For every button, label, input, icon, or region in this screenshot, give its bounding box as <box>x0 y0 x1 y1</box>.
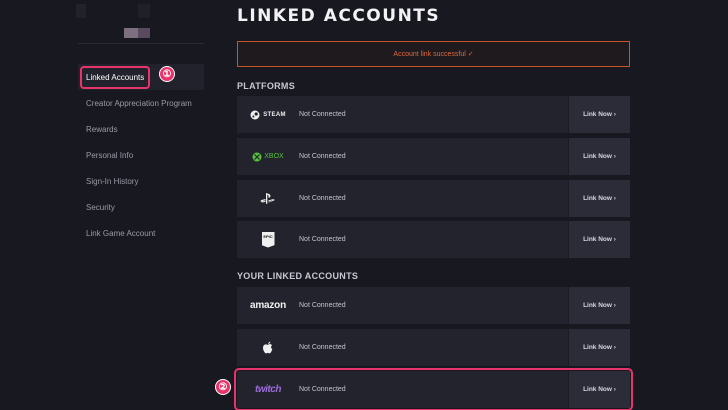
sidebar-item-label: Creator Appreciation Program <box>86 98 192 108</box>
twitch-logo-text: twitch <box>255 384 281 395</box>
sidebar: Linked Accounts Creator Appreciation Pro… <box>78 64 204 246</box>
sidebar-item-personal-info[interactable]: Personal Info <box>78 142 204 168</box>
avatar <box>72 4 156 40</box>
sidebar-item-rewards[interactable]: Rewards <box>78 116 204 142</box>
sidebar-item-label: Sign-In History <box>86 176 139 186</box>
link-now-button-xbox[interactable]: Link Now › <box>568 138 630 175</box>
link-now-button-amazon[interactable]: Link Now › <box>568 287 630 324</box>
platform-row-steam: STEAM Not Connected Link Now › <box>237 96 630 133</box>
sidebar-item-linked-accounts[interactable]: Linked Accounts <box>78 64 204 90</box>
account-row-amazon: amazon Not Connected Link Now › <box>237 287 630 324</box>
steam-icon <box>250 110 260 119</box>
platforms-heading: PLATFORMS <box>237 81 296 91</box>
sidebar-item-creator-appreciation[interactable]: Creator Appreciation Program <box>78 90 204 116</box>
connection-status: Not Connected <box>299 153 346 160</box>
link-now-button-playstation[interactable]: Link Now › <box>568 180 630 217</box>
steam-logo: STEAM <box>237 96 299 133</box>
link-now-button-steam[interactable]: Link Now › <box>568 96 630 133</box>
sidebar-item-sign-in-history[interactable]: Sign-In History <box>78 168 204 194</box>
sidebar-divider <box>78 43 204 44</box>
link-now-button-epic[interactable]: Link Now › <box>568 221 630 258</box>
amazon-logo-text: amazon <box>249 300 287 311</box>
apple-icon <box>263 341 273 353</box>
page-title: LINKED ACCOUNTS <box>237 6 441 26</box>
connection-status: Not Connected <box>299 386 346 393</box>
sidebar-item-security[interactable]: Security <box>78 194 204 220</box>
platform-row-xbox: XBOX Not Connected Link Now › <box>237 138 630 175</box>
twitch-logo: twitch <box>237 371 299 408</box>
sidebar-item-label: Rewards <box>86 124 118 134</box>
platform-row-epic: EPIC Not Connected Link Now › <box>237 221 630 258</box>
sidebar-item-label: Security <box>86 202 115 212</box>
epic-games-icon: EPIC <box>261 231 275 248</box>
platform-row-playstation: Not Connected Link Now › <box>237 180 630 217</box>
link-now-button-apple[interactable]: Link Now › <box>568 329 630 366</box>
linked-accounts-heading: YOUR LINKED ACCOUNTS <box>237 271 359 281</box>
xbox-logo-text: XBOX <box>264 153 284 160</box>
success-alert: Account link successful ✓ <box>237 41 630 67</box>
link-now-button-twitch[interactable]: Link Now › <box>568 371 630 408</box>
xbox-icon <box>252 152 262 161</box>
sidebar-item-label: Link Game Account <box>86 228 156 238</box>
xbox-logo: XBOX <box>237 138 299 175</box>
account-row-twitch: twitch Not Connected Link Now › <box>234 368 633 410</box>
connection-status: Not Connected <box>299 195 346 202</box>
connection-status: Not Connected <box>299 236 346 243</box>
steam-logo-text: STEAM <box>263 111 286 118</box>
sidebar-item-link-game-account[interactable]: Link Game Account <box>78 220 204 246</box>
connection-status: Not Connected <box>299 344 346 351</box>
playstation-logo <box>237 180 299 217</box>
amazon-logo: amazon <box>237 287 299 324</box>
annotation-marker-2: ② <box>215 379 231 395</box>
sidebar-item-label: Linked Accounts <box>80 65 151 89</box>
apple-logo <box>237 329 299 366</box>
account-row-apple: Not Connected Link Now › <box>237 329 630 366</box>
epic-games-logo: EPIC <box>237 221 299 258</box>
sidebar-item-label: Personal Info <box>86 150 134 160</box>
playstation-icon <box>260 192 275 204</box>
annotation-marker-1: ① <box>159 66 175 82</box>
connection-status: Not Connected <box>299 111 346 118</box>
connection-status: Not Connected <box>299 302 346 309</box>
